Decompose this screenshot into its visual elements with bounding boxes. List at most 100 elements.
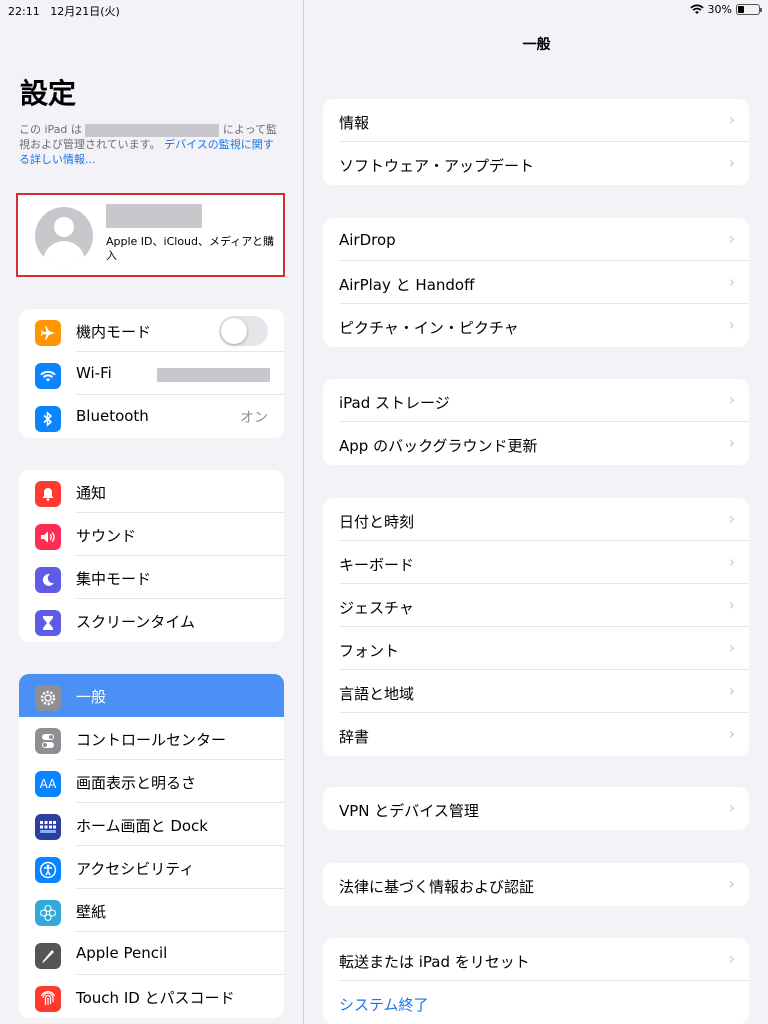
settings-row[interactable]: 日付と時刻 ›	[323, 498, 749, 541]
shutdown-button[interactable]: システム終了	[323, 981, 749, 1024]
sidebar-item-label: 一般	[76, 688, 107, 706]
sidebar-item-label: スクリーンタイム	[76, 613, 195, 631]
chevron-right-icon: ›	[728, 949, 735, 968]
chevron-right-icon: ›	[728, 595, 735, 614]
settings-row-label: VPN とデバイス管理	[339, 802, 479, 820]
avatar	[35, 207, 93, 265]
chevron-right-icon: ›	[728, 798, 735, 817]
settings-row-label: AirDrop	[339, 231, 396, 249]
settings-row-label: 法律に基づく情報および認証	[339, 878, 535, 896]
sidebar-item-label: Apple Pencil	[76, 944, 168, 962]
settings-row-label: キーボード	[339, 556, 415, 574]
redacted-wifi-name	[157, 368, 270, 382]
wifi-icon	[35, 363, 61, 389]
sidebar-item-home-screen[interactable]: ホーム画面と Dock	[19, 803, 284, 846]
chevron-right-icon: ›	[728, 724, 735, 743]
settings-group-3: 日付と時刻 › キーボード › ジェスチャ › フォント › 言語と地域 › 辞書 ›	[323, 498, 749, 756]
pencil-icon	[35, 943, 61, 969]
settings-row-label: 転送または iPad をリセット	[339, 953, 530, 971]
settings-row[interactable]: フォント ›	[323, 627, 749, 670]
settings-row-label: フォント	[339, 642, 400, 660]
sidebar-item-display[interactable]: AA 画面表示と明るさ	[19, 760, 284, 803]
status-bar: 22:11 12月21日(火) 30%	[0, 0, 768, 20]
settings-row[interactable]: 情報 ›	[323, 99, 749, 142]
hourglass-icon	[35, 610, 61, 636]
settings-row[interactable]: VPN とデバイス管理 ›	[323, 787, 749, 830]
notifications-group: 通知 サウンド 集中モード スクリーンタイム	[19, 470, 284, 642]
settings-row-label: システム終了	[339, 996, 429, 1014]
settings-row[interactable]: 言語と地域 ›	[323, 670, 749, 713]
settings-row[interactable]: iPad ストレージ ›	[323, 379, 749, 422]
chevron-right-icon: ›	[728, 229, 735, 248]
chevron-right-icon: ›	[728, 272, 735, 291]
settings-row-label: 言語と地域	[339, 685, 415, 703]
sidebar-item-label: サウンド	[76, 527, 137, 545]
sidebar-item-wifi[interactable]: Wi-Fi	[19, 352, 284, 395]
bell-icon	[35, 481, 61, 507]
settings-row[interactable]: ピクチャ・イン・ピクチャ ›	[323, 304, 749, 347]
sidebar-item-label: アクセシビリティ	[76, 860, 195, 878]
bluetooth-icon	[35, 406, 61, 432]
sidebar-item-accessibility[interactable]: アクセシビリティ	[19, 846, 284, 889]
settings-row[interactable]: App のバックグラウンド更新 ›	[323, 422, 749, 465]
supervision-notice: この iPad は によって監視および管理されています。 デバイスの監視に関する…	[19, 123, 278, 166]
account-subtitle: Apple ID、iCloud、メディアと購入	[106, 235, 275, 262]
settings-row-label: AirPlay と Handoff	[339, 276, 475, 294]
settings-sidebar: 設定 この iPad は によって監視および管理されています。 デバイスの監視に…	[0, 0, 304, 1024]
settings-row-label: App のバックグラウンド更新	[339, 437, 538, 455]
sidebar-item-control-center[interactable]: コントロールセンター	[19, 717, 284, 760]
status-time: 22:11 12月21日(火)	[8, 5, 120, 18]
redacted-account-name	[106, 204, 202, 228]
sidebar-item-apple-pencil[interactable]: Apple Pencil	[19, 932, 284, 975]
chevron-right-icon: ›	[728, 110, 735, 129]
settings-row[interactable]: 転送または iPad をリセット ›	[323, 938, 749, 981]
sidebar-item-sounds[interactable]: サウンド	[19, 513, 284, 556]
sidebar-item-bluetooth[interactable]: Bluetooth オン	[19, 395, 284, 438]
settings-row[interactable]: ジェスチャ ›	[323, 584, 749, 627]
sidebar-item-label: Touch ID とパスコード	[76, 989, 235, 1007]
battery-percent: 30%	[707, 3, 732, 16]
sidebar-item-airplane-mode[interactable]: 機内モード	[19, 309, 284, 352]
apple-id-account-row[interactable]: Apple ID、iCloud、メディアと購入	[16, 193, 285, 277]
settings-row[interactable]: 辞書 ›	[323, 713, 749, 756]
airplane-mode-toggle[interactable]	[219, 316, 268, 346]
chevron-right-icon: ›	[728, 552, 735, 571]
switches-icon	[35, 728, 61, 754]
sidebar-item-label: 集中モード	[76, 570, 152, 588]
bluetooth-status: オン	[240, 410, 268, 426]
sidebar-item-focus[interactable]: 集中モード	[19, 556, 284, 599]
sidebar-item-general[interactable]: 一般	[19, 674, 284, 717]
sidebar-item-screen-time[interactable]: スクリーンタイム	[19, 599, 284, 642]
settings-group-4: VPN とデバイス管理 ›	[323, 787, 749, 830]
sidebar-item-label: Wi-Fi	[76, 364, 112, 382]
fingerprint-icon	[35, 986, 61, 1012]
settings-row[interactable]: AirDrop ›	[323, 218, 749, 261]
chevron-right-icon: ›	[728, 874, 735, 893]
grid-icon	[35, 814, 61, 840]
redacted-organization	[85, 123, 220, 137]
connectivity-group: 機内モード Wi-Fi Bluetooth オン	[19, 309, 284, 438]
settings-row[interactable]: 法律に基づく情報および認証 ›	[323, 863, 749, 906]
settings-row-label: iPad ストレージ	[339, 394, 450, 412]
settings-group-0: 情報 › ソフトウェア・アップデート ›	[323, 99, 749, 185]
moon-icon	[35, 567, 61, 593]
sidebar-item-label: 通知	[76, 484, 107, 502]
settings-row[interactable]: AirPlay と Handoff ›	[323, 261, 749, 304]
chevron-right-icon: ›	[728, 153, 735, 172]
settings-row[interactable]: キーボード ›	[323, 541, 749, 584]
settings-group-6: 転送または iPad をリセット › システム終了	[323, 938, 749, 1024]
settings-row-label: ソフトウェア・アップデート	[339, 157, 535, 175]
sidebar-item-label: ホーム画面と Dock	[76, 817, 208, 835]
settings-row-label: ピクチャ・イン・ピクチャ	[339, 319, 519, 337]
chevron-right-icon: ›	[728, 390, 735, 409]
sidebar-item-touch-id[interactable]: Touch ID とパスコード	[19, 975, 284, 1018]
chevron-right-icon: ›	[728, 509, 735, 528]
settings-row-label: ジェスチャ	[339, 599, 414, 617]
airplane-icon	[35, 320, 61, 346]
aa-icon: AA	[35, 771, 61, 797]
sidebar-item-wallpaper[interactable]: 壁紙	[19, 889, 284, 932]
settings-row[interactable]: ソフトウェア・アップデート ›	[323, 142, 749, 185]
chevron-right-icon: ›	[728, 681, 735, 700]
accessibility-icon	[35, 857, 61, 883]
sidebar-item-notifications[interactable]: 通知	[19, 470, 284, 513]
